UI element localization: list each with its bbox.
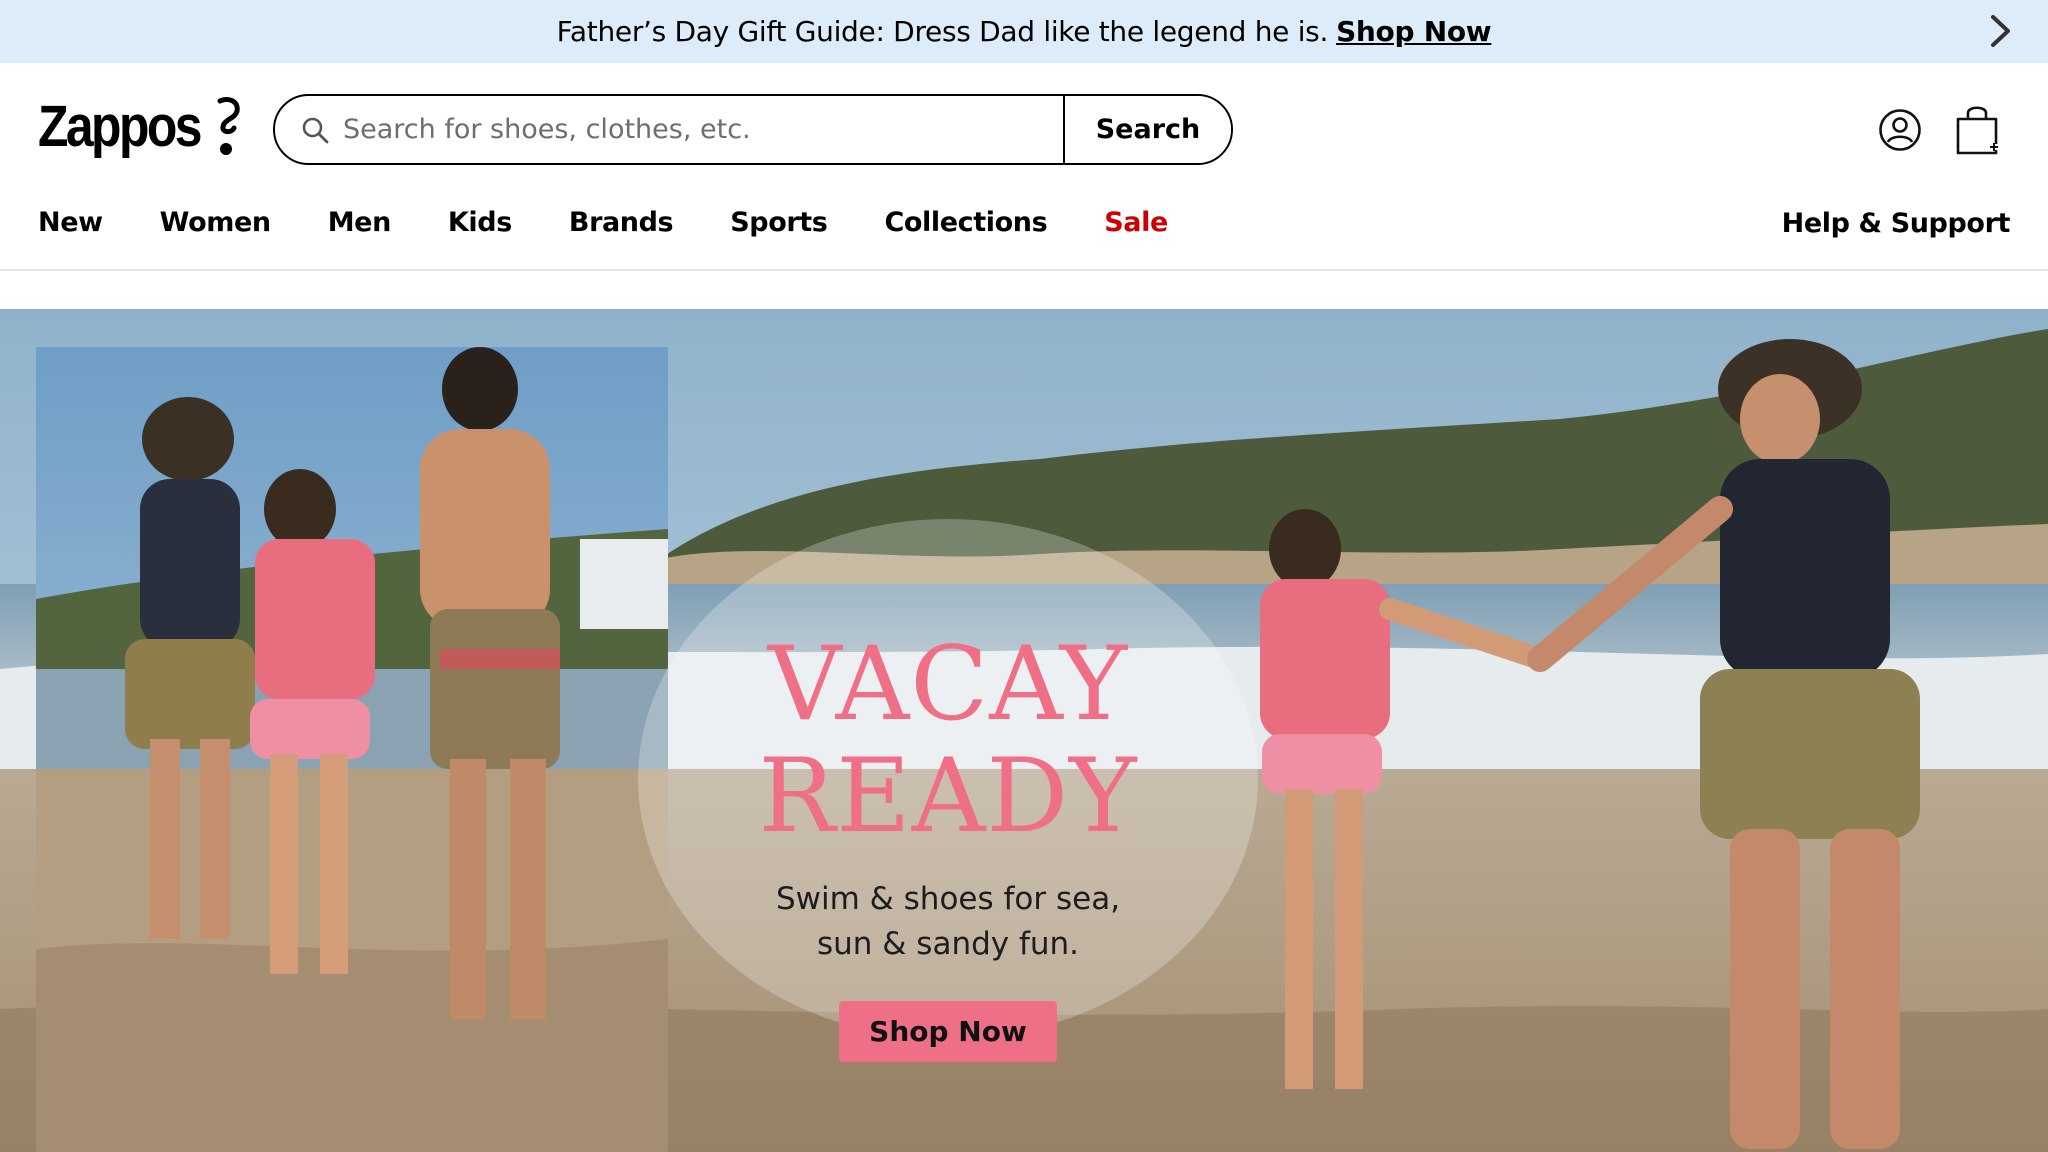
hero-title-line1: VACAY xyxy=(767,625,1129,744)
shopping-bag-icon[interactable] xyxy=(1954,103,2000,157)
nav-item-sports[interactable]: Sports xyxy=(730,200,828,246)
nav-item-women[interactable]: Women xyxy=(160,200,271,246)
chevron-right-icon[interactable] xyxy=(1984,14,2018,48)
nav-item-sale[interactable]: Sale xyxy=(1104,200,1168,246)
nav-item-brands[interactable]: Brands xyxy=(569,200,674,246)
promo-text: Father’s Day Gift Guide: Dress Dad like … xyxy=(556,15,1329,48)
promo-banner: Father’s Day Gift Guide: Dress Dad like … xyxy=(0,0,2048,63)
hero-text-block: VACAY READY Swim & shoes for sea, sun & … xyxy=(718,629,1178,1062)
nav-item-kids[interactable]: Kids xyxy=(448,200,512,246)
search-icon xyxy=(275,96,337,163)
help-support-link[interactable]: Help & Support xyxy=(1782,200,2011,248)
hero-subtitle-line1: Swim & shoes for sea, xyxy=(775,881,1121,917)
nav-divider xyxy=(0,269,2048,271)
hero-banner[interactable]: VACAY READY Swim & shoes for sea, sun & … xyxy=(0,309,2048,1152)
search-button[interactable]: Search xyxy=(1063,96,1231,163)
nav-item-new[interactable]: New xyxy=(38,200,103,246)
nav-item-collections[interactable]: Collections xyxy=(884,200,1047,246)
user-icon[interactable] xyxy=(1878,108,1922,152)
hero-subtitle-line2: sun & sandy fun. xyxy=(816,926,1080,962)
logo-text: Zappos xyxy=(38,94,202,159)
hero-title-line2: READY xyxy=(758,737,1138,856)
search-bar: Search xyxy=(273,94,1233,165)
search-input[interactable] xyxy=(337,96,1063,163)
nav-list: New Women Men Kids Brands Sports Collect… xyxy=(38,200,1225,246)
logo[interactable]: Zappos xyxy=(38,93,242,160)
hero-shop-now-button[interactable]: Shop Now xyxy=(839,1001,1057,1062)
main-nav: New Women Men Kids Brands Sports Collect… xyxy=(0,200,2048,270)
site-header: Zappos Search xyxy=(0,63,2048,193)
promo-shop-now-link[interactable]: Shop Now xyxy=(1336,15,1492,48)
logo-mark-icon xyxy=(217,96,240,155)
nav-item-men[interactable]: Men xyxy=(328,200,392,246)
